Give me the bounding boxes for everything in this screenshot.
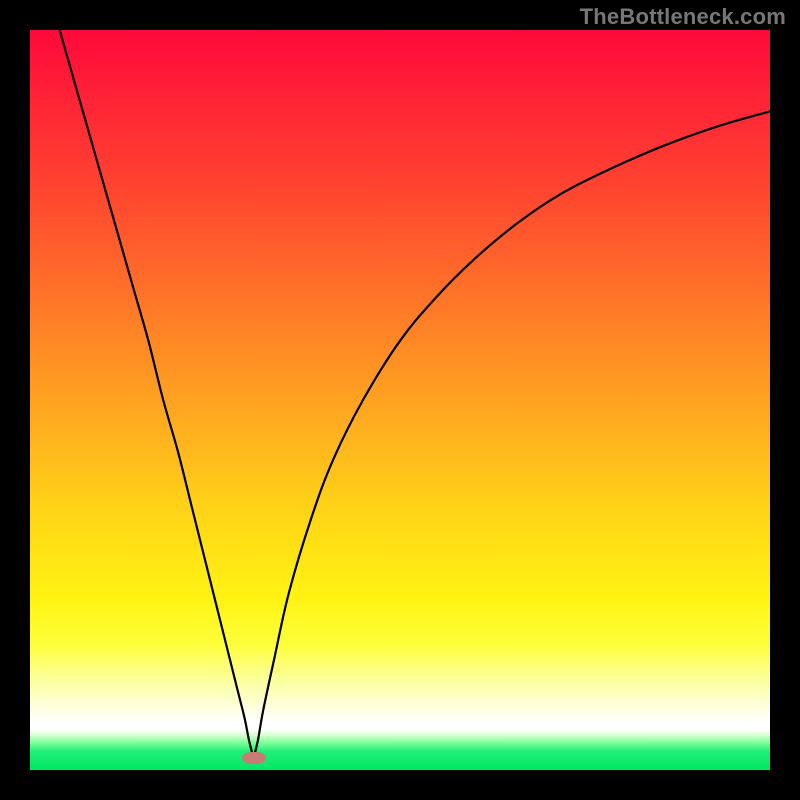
watermark-text: TheBottleneck.com <box>580 4 786 30</box>
bottleneck-curve-left <box>60 30 254 758</box>
chart-frame: TheBottleneck.com <box>0 0 800 800</box>
bottleneck-curve-right <box>253 111 770 758</box>
curve-layer <box>30 30 770 770</box>
plot-area <box>30 30 770 770</box>
bottleneck-marker <box>242 752 266 764</box>
